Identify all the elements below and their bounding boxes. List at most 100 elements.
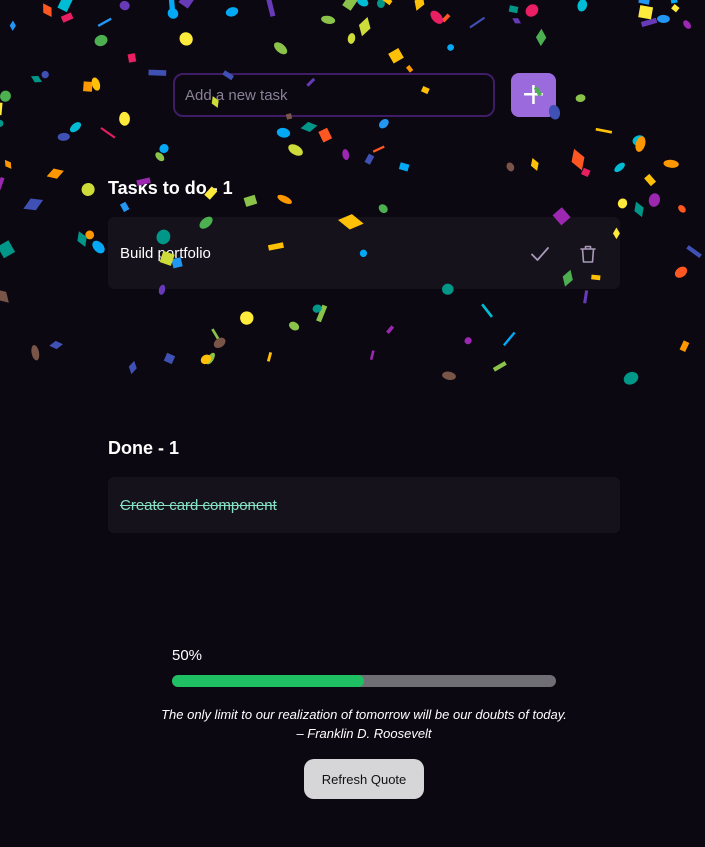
- confetti-piece: [430, 10, 444, 24]
- delete-task-button[interactable]: [576, 242, 600, 266]
- confetti-piece: [571, 148, 585, 171]
- confetti-piece: [266, 351, 273, 362]
- confetti-piece: [508, 5, 519, 14]
- confetti-piece: [535, 28, 547, 47]
- confetti-piece: [9, 20, 16, 31]
- confetti-piece: [83, 81, 93, 92]
- confetti-piece: [211, 328, 220, 340]
- trash-icon: [580, 245, 596, 263]
- quote-text: The only limit to our realization of tom…: [161, 707, 567, 741]
- confetti-piece: [127, 53, 137, 63]
- confetti-piece: [379, 118, 389, 129]
- confetti-piece: [644, 173, 657, 187]
- progress-section: 50%: [172, 647, 556, 687]
- confetti-piece: [0, 119, 4, 127]
- confetti-piece: [119, 111, 130, 126]
- confetti-piece: [506, 162, 515, 172]
- confetti-piece: [632, 135, 645, 146]
- confetti-piece: [4, 159, 12, 169]
- confetti-piece: [469, 16, 486, 29]
- confetti-piece: [414, 0, 425, 11]
- confetti-piece: [577, 0, 588, 12]
- confetti-piece: [0, 289, 9, 303]
- confetti-piece: [0, 102, 3, 116]
- confetti-piece: [441, 13, 451, 23]
- confetti-piece: [300, 121, 318, 132]
- confetti-piece: [617, 198, 628, 209]
- confetti-piece: [447, 44, 455, 51]
- confetti-piece: [266, 0, 276, 17]
- confetti-piece: [168, 0, 176, 11]
- confetti-piece: [405, 64, 414, 73]
- todo-heading: Tasks to do - 1: [108, 178, 233, 198]
- confetti-piece: [288, 321, 300, 331]
- confetti-piece: [502, 331, 516, 347]
- confetti-piece: [119, 0, 130, 11]
- add-task-row: +: [173, 73, 557, 117]
- confetti-piece: [671, 3, 680, 13]
- new-task-input[interactable]: [173, 73, 495, 117]
- confetti-piece: [623, 371, 639, 385]
- refresh-quote-button[interactable]: Refresh Quote: [304, 759, 424, 799]
- confetti-piece: [378, 204, 388, 214]
- confetti-piece: [674, 266, 688, 278]
- confetti-piece: [634, 201, 644, 218]
- confetti-piece: [583, 290, 589, 304]
- confetti-piece: [0, 177, 5, 190]
- confetti-piece: [321, 15, 336, 24]
- confetti-piece: [92, 240, 105, 254]
- confetti-piece: [575, 94, 586, 103]
- confetti-piece: [492, 361, 507, 372]
- confetti-piece: [679, 340, 690, 353]
- confetti-piece: [530, 157, 539, 171]
- confetti-piece: [159, 144, 169, 154]
- confetti-piece: [512, 18, 521, 24]
- confetti-piece: [94, 34, 108, 47]
- confetti-piece: [464, 337, 472, 345]
- confetti-piece: [670, 0, 678, 4]
- confetti-piece: [686, 245, 702, 259]
- confetti-piece: [43, 3, 52, 17]
- confetti-piece: [274, 42, 288, 55]
- confetti-piece: [481, 303, 494, 318]
- confetti-piece: [81, 183, 95, 197]
- progress-bar: [172, 675, 556, 687]
- confetti-piece: [178, 0, 195, 9]
- todo-task-card: Build portfolio: [108, 217, 620, 289]
- confetti-piece: [200, 354, 212, 365]
- done-heading: Done - 1: [108, 438, 180, 458]
- confetti-piece: [225, 7, 239, 17]
- confetti-piece: [0, 90, 11, 102]
- confetti-piece: [657, 14, 670, 24]
- confetti-piece: [288, 144, 303, 156]
- add-task-button[interactable]: +: [511, 73, 556, 117]
- confetti-piece: [369, 350, 375, 361]
- confetti-piece: [57, 132, 70, 141]
- confetti-piece: [595, 127, 613, 134]
- todo-task-text: Build portfolio: [120, 245, 211, 262]
- todo-app: + Tasks to do - 1 Build portfolio Done -…: [0, 0, 705, 847]
- confetti-piece: [31, 345, 40, 361]
- confetti-piece: [167, 8, 179, 19]
- confetti-piece: [386, 325, 395, 334]
- confetti-piece: [23, 198, 44, 211]
- confetti-piece: [243, 194, 258, 207]
- confetti-piece: [648, 193, 661, 207]
- done-task-card: Create card component: [108, 477, 620, 533]
- check-icon: [531, 247, 549, 261]
- confetti-piece: [342, 149, 350, 161]
- confetti-piece: [0, 240, 16, 259]
- confetti-piece: [318, 127, 333, 143]
- confetti-piece: [525, 4, 539, 17]
- confetti-piece: [635, 136, 646, 152]
- confetti-piece: [678, 205, 686, 213]
- confetti-piece: [342, 0, 359, 11]
- confetti-piece: [163, 352, 176, 365]
- confetti-piece: [240, 311, 254, 325]
- confetti-piece: [640, 17, 658, 28]
- confetti-piece: [581, 167, 591, 178]
- confetti-piece: [46, 168, 64, 179]
- complete-task-button[interactable]: [528, 242, 552, 266]
- confetti-piece: [30, 75, 42, 83]
- confetti-piece: [49, 340, 63, 350]
